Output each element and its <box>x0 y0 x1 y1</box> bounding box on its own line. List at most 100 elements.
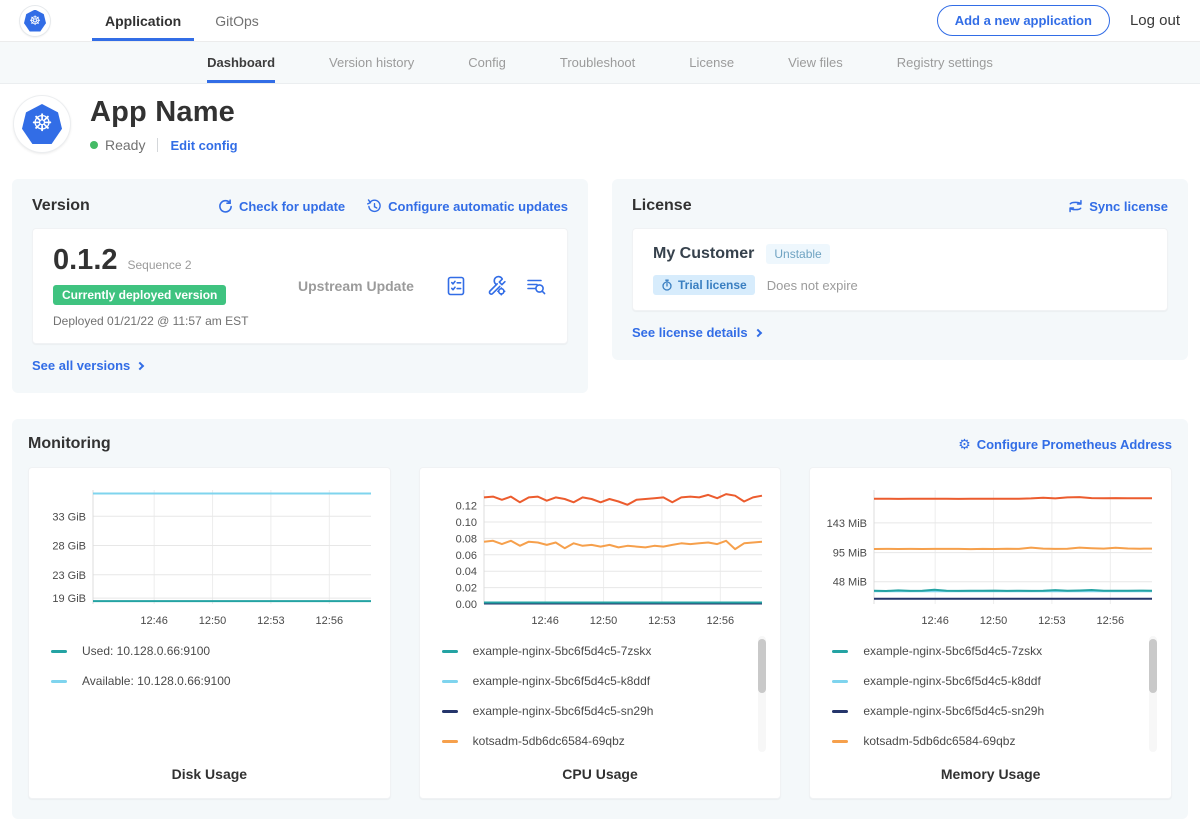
license-card-title: License <box>632 197 692 215</box>
view-logs-icon[interactable] <box>525 275 547 297</box>
tab-registry-settings[interactable]: Registry settings <box>897 42 993 83</box>
license-expiry: Does not expire <box>767 278 858 293</box>
trial-license-badge: Trial license <box>653 275 755 295</box>
svg-text:0.10: 0.10 <box>455 517 476 529</box>
svg-text:95 MiB: 95 MiB <box>833 548 867 560</box>
legend-dash-icon <box>51 680 67 683</box>
tab-troubleshoot[interactable]: Troubleshoot <box>560 42 635 83</box>
legend-dash-icon <box>442 650 458 653</box>
legend-item: kotsadm-5db6dc6584-69qbz <box>442 726 767 756</box>
version-sequence: Sequence 2 <box>128 258 192 272</box>
config-wrench-icon[interactable] <box>485 275 507 297</box>
monitoring-section: Monitoring ⚙ Configure Prometheus Addres… <box>12 419 1188 819</box>
configure-automatic-updates-link[interactable]: Configure automatic updates <box>367 199 568 214</box>
kubernetes-app-icon: ☸ <box>22 104 62 144</box>
tab-version-history[interactable]: Version history <box>329 42 414 83</box>
deployed-timestamp: Deployed 01/21/22 @ 11:57 am EST <box>53 314 298 328</box>
version-card: Version Check for update Configure autom… <box>12 179 588 393</box>
svg-text:12:50: 12:50 <box>589 615 617 627</box>
kubernetes-logo[interactable]: ☸ <box>20 6 50 36</box>
svg-text:12:46: 12:46 <box>140 615 168 627</box>
legend-label: example-nginx-5bc6f5d4c5-7zskx <box>473 644 652 658</box>
tab-view-files[interactable]: View files <box>788 42 843 83</box>
svg-text:0.12: 0.12 <box>455 501 476 513</box>
legend-item: example-nginx-5bc6f5d4c5-7zskx <box>832 636 1157 666</box>
version-source-label: Upstream Update <box>298 278 445 294</box>
logout-button[interactable]: Log out <box>1130 12 1180 29</box>
legend-dash-icon <box>442 710 458 713</box>
edit-config-link[interactable]: Edit config <box>170 138 237 153</box>
legend-item: example-nginx-5bc6f5d4c5-sn29h <box>442 696 767 726</box>
stopwatch-icon <box>661 279 673 291</box>
svg-text:0.02: 0.02 <box>455 583 476 595</box>
see-license-details-link[interactable]: See license details <box>632 325 761 340</box>
legend-dash-icon <box>832 710 848 713</box>
memory-usage-plot: 12:4612:5012:5312:5648 MiB95 MiB143 MiB <box>822 480 1160 630</box>
legend-dash-icon <box>51 650 67 653</box>
configure-prometheus-label: Configure Prometheus Address <box>977 437 1172 452</box>
svg-text:12:50: 12:50 <box>199 615 227 627</box>
svg-text:0.08: 0.08 <box>455 533 476 545</box>
legend-label: example-nginx-5bc6f5d4c5-sn29h <box>863 704 1044 718</box>
svg-text:12:53: 12:53 <box>257 615 285 627</box>
app-header: ☸ App Name Ready Edit config <box>0 84 1200 153</box>
disk-usage-chart: 12:4612:5012:5312:5619 GiB23 GiB28 GiB33… <box>28 467 391 799</box>
svg-text:12:53: 12:53 <box>648 615 676 627</box>
disk-usage-legend: Used: 10.128.0.66:9100 Available: 10.128.… <box>41 630 378 758</box>
legend-label: example-nginx-5bc6f5d4c5-7zskx <box>863 644 1042 658</box>
legend-dash-icon <box>832 740 848 743</box>
gear-icon: ⚙ <box>958 437 971 451</box>
legend-dash-icon <box>832 680 848 683</box>
see-all-versions-link[interactable]: See all versions <box>32 358 143 373</box>
scrollbar-thumb[interactable] <box>1149 639 1157 693</box>
top-tab-application[interactable]: Application <box>92 0 194 41</box>
legend-scrollbar[interactable] <box>1149 636 1157 752</box>
legend-item: Used: 10.128.0.66:9100 <box>51 636 376 666</box>
legend-label: Available: 10.128.0.66:9100 <box>82 674 231 688</box>
app-subnav: Dashboard Version history Config Trouble… <box>0 42 1200 84</box>
svg-text:12:56: 12:56 <box>316 615 344 627</box>
svg-text:19 GiB: 19 GiB <box>52 593 86 605</box>
top-tab-gitops-label: GitOps <box>215 13 259 29</box>
check-for-update-link[interactable]: Check for update <box>218 199 345 214</box>
tab-dashboard[interactable]: Dashboard <box>207 42 275 83</box>
top-tab-gitops[interactable]: GitOps <box>202 0 272 41</box>
sync-icon <box>1068 199 1083 213</box>
current-version-box: 0.1.2 Sequence 2 Currently deployed vers… <box>32 228 568 344</box>
sync-license-label: Sync license <box>1089 199 1168 214</box>
legend-label: example-nginx-5bc6f5d4c5-sn29h <box>473 704 654 718</box>
monitoring-title: Monitoring <box>28 435 111 453</box>
divider <box>157 138 158 152</box>
tab-license[interactable]: License <box>689 42 734 83</box>
legend-label: kotsadm-5db6dc6584-69qbz <box>863 734 1015 748</box>
summary-cards-row: Version Check for update Configure autom… <box>12 179 1188 393</box>
svg-text:23 GiB: 23 GiB <box>52 570 86 582</box>
svg-text:12:46: 12:46 <box>922 615 950 627</box>
svg-text:0.04: 0.04 <box>455 566 476 578</box>
legend-dash-icon <box>442 680 458 683</box>
legend-scrollbar[interactable] <box>758 636 766 752</box>
scrollbar-thumb[interactable] <box>758 639 766 693</box>
tab-config[interactable]: Config <box>468 42 506 83</box>
version-number: 0.1.2 <box>53 244 118 277</box>
chart-title: Disk Usage <box>41 758 378 788</box>
charts-row: 12:4612:5012:5312:5619 GiB23 GiB28 GiB33… <box>28 467 1172 799</box>
configure-prometheus-link[interactable]: ⚙ Configure Prometheus Address <box>958 437 1172 452</box>
app-avatar: ☸ <box>14 96 70 152</box>
see-license-details-label: See license details <box>632 325 748 340</box>
legend-dash-icon <box>832 650 848 653</box>
add-new-application-button[interactable]: Add a new application <box>937 5 1110 36</box>
refresh-icon <box>218 199 233 214</box>
svg-text:0.00: 0.00 <box>455 599 476 611</box>
svg-text:12:56: 12:56 <box>706 615 734 627</box>
check-for-update-label: Check for update <box>239 199 345 214</box>
customer-name: My Customer <box>653 245 754 263</box>
legend-item: example-nginx-5bc6f5d4c5-k8ddf <box>832 666 1157 696</box>
svg-text:143 MiB: 143 MiB <box>827 518 867 530</box>
legend-label: kotsadm-5db6dc6584-69qbz <box>473 734 625 748</box>
sync-license-link[interactable]: Sync license <box>1068 199 1168 214</box>
preflight-checks-icon[interactable] <box>445 275 467 297</box>
svg-text:33 GiB: 33 GiB <box>52 511 86 523</box>
legend-label: example-nginx-5bc6f5d4c5-k8ddf <box>473 674 650 688</box>
memory-usage-chart: 12:4612:5012:5312:5648 MiB95 MiB143 MiB … <box>809 467 1172 799</box>
